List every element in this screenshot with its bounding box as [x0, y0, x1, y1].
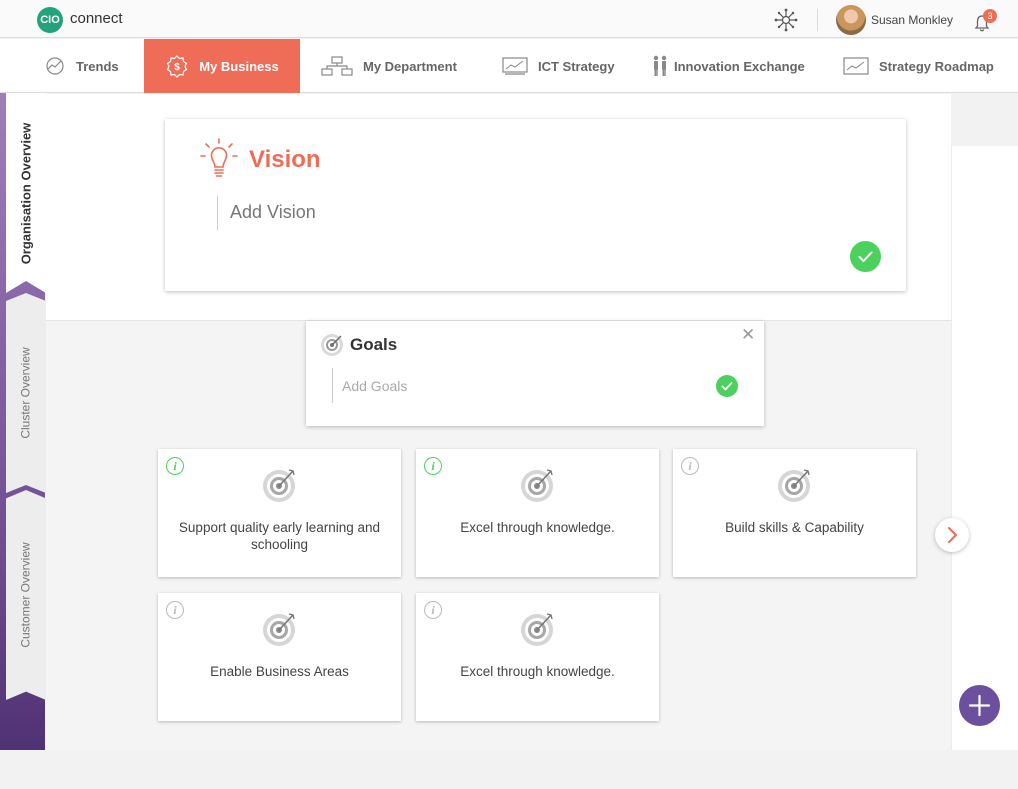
goal-tile[interactable]: i Support quality early learning and sch…: [158, 449, 401, 577]
side-tab-cluster-overview[interactable]: Cluster Overview: [6, 293, 46, 493]
goal-tile-label: Enable Business Areas: [210, 664, 349, 679]
side-tab-label: Customer Overview: [19, 542, 34, 648]
side-tab-customer-overview[interactable]: Customer Overview: [6, 490, 46, 700]
goal-tile[interactable]: i Enable Business Areas: [158, 593, 401, 721]
nav-my-business[interactable]: $ My Business: [144, 39, 300, 93]
target-icon: [321, 334, 343, 356]
nav-my-department-label: My Department: [363, 58, 457, 74]
chevron-right-icon: [948, 527, 957, 543]
notification-badge: 3: [983, 9, 997, 23]
target-icon: [778, 469, 810, 502]
info-icon[interactable]: i: [424, 457, 442, 475]
vision-input[interactable]: Add Vision: [230, 202, 316, 223]
target-icon: [263, 469, 295, 502]
line-chart-icon: [843, 57, 869, 75]
svg-text:$: $: [174, 62, 180, 73]
nav-ict-strategy[interactable]: ICT Strategy: [502, 39, 615, 93]
goal-tile-label: Build skills & Capability: [725, 520, 864, 535]
check-icon: [721, 382, 733, 391]
vision-title: Vision: [249, 146, 321, 173]
logo-text[interactable]: connect: [70, 10, 123, 27]
goal-tile[interactable]: i Excel through knowledge.: [416, 593, 659, 721]
goal-tile-label: Support quality early learning and schoo…: [178, 520, 381, 552]
info-icon[interactable]: i: [424, 601, 442, 619]
people-icon: [653, 55, 667, 76]
money-badge-icon: $: [166, 55, 188, 78]
nav-trends-label: Trends: [76, 58, 119, 74]
nav-ict-strategy-label: ICT Strategy: [538, 58, 615, 74]
plus-icon: [968, 694, 991, 717]
info-icon[interactable]: i: [166, 457, 184, 475]
target-icon: [521, 469, 553, 502]
logo-badge[interactable]: CIO: [37, 7, 63, 33]
user-name[interactable]: Susan Monkley: [871, 13, 953, 27]
right-gutter: [951, 146, 1018, 750]
goals-input-cursor: [332, 368, 333, 403]
nav-my-department[interactable]: My Department: [321, 39, 457, 93]
network-hub-icon[interactable]: [774, 8, 798, 32]
nav-my-business-label: My Business: [199, 58, 279, 74]
goal-tile[interactable]: i Excel through knowledge.: [416, 449, 659, 577]
main-nav: Trends $ My Business My Department ICT S…: [0, 39, 1018, 93]
check-icon: [858, 251, 873, 262]
goals-confirm-button[interactable]: [716, 375, 738, 397]
target-icon: [521, 613, 553, 646]
add-goal-button[interactable]: [959, 685, 1000, 726]
nav-trends[interactable]: Trends: [44, 39, 119, 93]
top-bar: CIO connect Susan Monkley 3: [0, 0, 1018, 38]
org-chart-icon: [321, 56, 353, 76]
goals-input[interactable]: Add Goals: [342, 378, 407, 394]
next-page-button[interactable]: [935, 518, 969, 552]
avatar[interactable]: [836, 5, 866, 35]
target-icon: [263, 613, 295, 646]
vision-input-cursor: [217, 196, 218, 230]
side-tab-organisation-overview[interactable]: Organisation Overview: [6, 93, 46, 293]
monitor-chart-icon: [502, 57, 528, 75]
nav-innovation-exchange-label: Innovation Exchange: [674, 58, 805, 74]
side-tab-label: Cluster Overview: [19, 347, 34, 439]
nav-strategy-roadmap-label: Strategy Roadmap: [879, 58, 994, 74]
goal-tile[interactable]: i Build skills & Capability: [673, 449, 916, 577]
goals-title: Goals: [350, 335, 398, 354]
info-icon[interactable]: i: [166, 601, 184, 619]
nav-innovation-exchange[interactable]: Innovation Exchange: [652, 39, 805, 93]
side-tab-label: Organisation Overview: [18, 122, 34, 264]
header-divider: [817, 9, 818, 31]
info-icon[interactable]: i: [681, 457, 699, 475]
lightbulb-icon: [200, 138, 238, 177]
vision-confirm-button[interactable]: [850, 241, 881, 272]
nav-strategy-roadmap[interactable]: Strategy Roadmap: [843, 39, 994, 93]
goal-tile-label: Excel through knowledge.: [460, 520, 615, 535]
close-icon[interactable]: ✕: [741, 325, 755, 345]
trend-chart-icon: [46, 57, 64, 75]
goal-tile-label: Excel through knowledge.: [460, 664, 615, 679]
